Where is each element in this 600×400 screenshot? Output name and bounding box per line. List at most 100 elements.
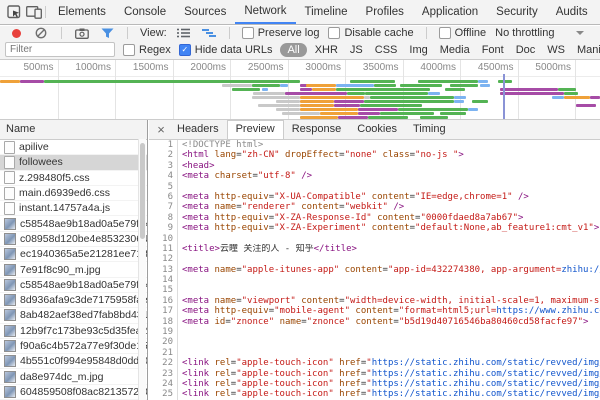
record-icon[interactable] [8, 26, 24, 40]
request-name: 604859508f08ac8213572f0e7... [20, 386, 147, 398]
tab-security[interactable]: Security [487, 0, 547, 24]
request-row[interactable]: instant.14757a4a.js [0, 201, 147, 216]
hide-data-urls-checkbox[interactable]: ✓ Hide data URLs [179, 44, 273, 56]
filter-type-css[interactable]: CSS [371, 44, 402, 56]
tab-application[interactable]: Application [413, 0, 487, 24]
throttling-dropdown[interactable]: No throttling [495, 27, 584, 39]
details-tab-timing[interactable]: Timing [405, 120, 454, 139]
token-at: href [339, 369, 361, 379]
request-row[interactable]: main.d6939ed6.css [0, 186, 147, 201]
request-details-pane: × HeadersPreviewResponseCookiesTiming 1<… [149, 120, 600, 400]
load-event-line [503, 74, 505, 119]
network-overview[interactable]: 500ms1000ms1500ms2000ms2500ms3000ms3500m… [0, 60, 600, 120]
details-tab-headers[interactable]: Headers [169, 120, 227, 139]
details-tab-cookies[interactable]: Cookies [349, 120, 405, 139]
filter-type-img[interactable]: Img [405, 44, 431, 56]
waterfall-view-icon[interactable] [201, 26, 217, 40]
filter-input[interactable] [5, 42, 115, 57]
request-row[interactable]: apilive [0, 140, 147, 155]
request-row[interactable]: c58548ae9b18ad0a5e79fe4e... [0, 278, 147, 293]
scrollbar-thumb[interactable] [140, 143, 145, 239]
token-st: "width=device-width, initial-scale=1, ma… [345, 296, 600, 306]
tab-profiles[interactable]: Profiles [357, 0, 413, 24]
waterfall-bar [445, 88, 465, 91]
line-number: 5 [149, 182, 178, 192]
camera-icon[interactable] [74, 26, 90, 40]
tab-sources[interactable]: Sources [175, 0, 235, 24]
token-tg: <meta [182, 171, 209, 181]
details-tab-response[interactable]: Response [284, 120, 350, 139]
waterfall-bar [358, 112, 380, 115]
tab-timeline[interactable]: Timeline [296, 0, 357, 24]
request-row[interactable]: 8d936afa9c3de7175958fae5... [0, 293, 147, 308]
token-at: content [301, 296, 339, 306]
token-st: "0000fdaed8a7ab67" [420, 213, 518, 223]
request-row[interactable]: 8ab482aef38ed7fab8bd4314... [0, 308, 147, 323]
request-row[interactable]: followees [0, 155, 147, 170]
preserve-log-checkbox[interactable]: Preserve log [242, 27, 320, 39]
name-column-header[interactable]: Name [0, 120, 147, 140]
token-tg: > [583, 317, 588, 327]
request-name: main.d6939ed6.css [19, 187, 110, 199]
filter-type-doc[interactable]: Doc [512, 44, 540, 56]
image-file-icon [4, 340, 16, 352]
request-row[interactable]: f90a6c4b572a77e9f30de153... [0, 339, 147, 354]
ruler-tick-label: 4500ms [456, 62, 514, 73]
waterfall-bar [498, 80, 512, 83]
ruler-tick-label: 500ms [0, 62, 54, 73]
code-text [178, 254, 600, 264]
request-row[interactable]: c08958d120be4e853230649... [0, 232, 147, 247]
list-view-icon[interactable] [176, 26, 192, 40]
checkbox-icon [242, 27, 254, 39]
waterfall-bar [398, 108, 468, 111]
request-list-scrollbar[interactable] [138, 139, 146, 400]
offline-checkbox[interactable]: Offline [439, 27, 487, 39]
code-text: <link rel="apple-touch-icon" href="https… [178, 379, 600, 389]
request-row[interactable]: z.298480f5.css [0, 171, 147, 186]
waterfall-bar [222, 84, 252, 87]
filter-type-xhr[interactable]: XHR [311, 44, 342, 56]
filter-type-all[interactable]: All [280, 43, 306, 57]
line-number: 14 [149, 275, 178, 285]
preview-source-viewer[interactable]: 1<!DOCTYPE html>2<html lang="zh-CN" drop… [149, 140, 600, 400]
close-icon[interactable]: × [153, 122, 169, 137]
waterfall-bar [338, 116, 368, 119]
waterfall-bar [252, 96, 300, 99]
request-row[interactable]: da8e974dc_m.jpg [0, 369, 147, 384]
regex-checkbox[interactable]: Regex [123, 44, 171, 56]
document-file-icon [4, 141, 15, 154]
token-at: charset [215, 171, 253, 181]
waterfall-bar [334, 100, 364, 103]
token-lk: https://static.zhihu.com/static/revved/i… [372, 369, 600, 379]
request-row[interactable]: 604859508f08ac8213572f0e7... [0, 385, 147, 400]
waterfall-bar [320, 112, 358, 115]
disable-cache-checkbox[interactable]: Disable cache [328, 27, 413, 39]
filter-type-font[interactable]: Font [478, 44, 508, 56]
tab-network[interactable]: Network [235, 0, 295, 24]
request-row[interactable]: 7e91f8c90_m.jpg [0, 262, 147, 277]
token-st: "mobile-agent" [274, 306, 350, 316]
request-row[interactable]: 12b9f7c173be93c5d35fea2d... [0, 324, 147, 339]
details-tab-preview[interactable]: Preview [227, 120, 284, 139]
device-toolbar-icon[interactable] [26, 5, 42, 19]
token-at: rel [215, 379, 231, 389]
filter-type-manifest[interactable]: Manifest [573, 44, 600, 56]
filter-type-media[interactable]: Media [436, 44, 474, 56]
clear-icon[interactable] [33, 26, 49, 40]
filter-funnel-icon[interactable] [99, 26, 115, 40]
tab-audits[interactable]: Audits [547, 0, 597, 24]
inspect-icon[interactable] [6, 5, 22, 19]
request-name: da8e974dc_m.jpg [20, 371, 103, 383]
waterfall-bar [564, 96, 590, 99]
filter-type-ws[interactable]: WS [543, 44, 569, 56]
tab-elements[interactable]: Elements [49, 0, 115, 24]
tab-console[interactable]: Console [115, 0, 175, 24]
waterfall-bar [374, 84, 396, 87]
request-row[interactable]: c58548ae9b18ad0a5e79fe4e... [0, 216, 147, 231]
code-line: 22<link rel="apple-touch-icon" href="htt… [149, 358, 600, 368]
filter-type-js[interactable]: JS [346, 44, 367, 56]
request-row[interactable]: ec1940365a5e21281ee71856... [0, 247, 147, 262]
token-st: "apple-touch-icon" [236, 369, 334, 379]
request-row[interactable]: 4b551c0f994e95848d0dda09... [0, 354, 147, 369]
ruler-tick-label: 3000ms [283, 62, 341, 73]
